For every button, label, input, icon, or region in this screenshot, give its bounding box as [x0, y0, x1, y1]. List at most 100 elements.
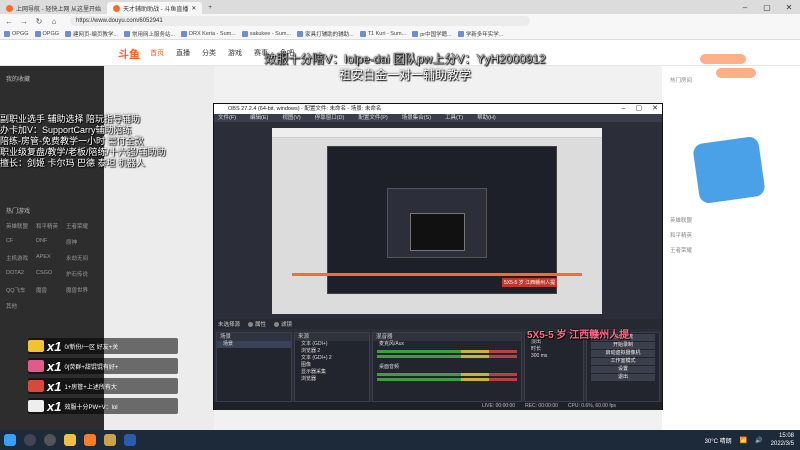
category-item[interactable]: 永劫无间 [66, 254, 96, 262]
browser-app-icon[interactable] [80, 430, 100, 450]
url-field[interactable]: https://www.douyu.com/6052941 [70, 16, 530, 26]
bookmark-item[interactable]: OPGG [4, 30, 29, 37]
sidebar-section-title: 热门游戏 [6, 209, 31, 215]
controls-dock: 停止推流 开始录制 启动虚拟摄像机 工作室模式 设置 退出 [586, 332, 660, 402]
category-item[interactable]: QQ飞车 [6, 286, 36, 294]
forward-icon[interactable]: → [19, 17, 29, 26]
minimize-icon[interactable]: – [734, 0, 756, 14]
start-button[interactable] [0, 430, 20, 450]
new-tab-button[interactable]: + [202, 2, 218, 14]
game-client-icon[interactable] [100, 430, 120, 450]
subscribe-button[interactable] [716, 68, 756, 78]
back-icon[interactable]: ← [4, 17, 14, 26]
rec-timer: REC: 00:00:00 [525, 403, 558, 409]
exit-button[interactable]: 退出 [591, 374, 655, 381]
source-item[interactable]: 浏览器 [295, 376, 369, 383]
browser-tab-nav[interactable]: 上网导航 - 轻快上网 从这里开始 [0, 2, 107, 14]
nav-item[interactable]: 游戏 [228, 48, 242, 58]
filters-button[interactable]: 滤镜 [274, 320, 292, 328]
bookmark-item[interactable]: pr中国学籍... [412, 30, 452, 38]
menu-item[interactable]: 帮助(H) [477, 114, 496, 122]
minimize-icon[interactable]: – [622, 104, 626, 114]
source-item[interactable]: 显示器采集 [295, 369, 369, 376]
category-item[interactable]: DNF [36, 238, 66, 246]
category-item[interactable]: 和平精英 [36, 222, 66, 230]
category-item[interactable]: CSGO [36, 270, 66, 278]
search-icon[interactable] [20, 430, 40, 450]
menu-item[interactable]: 工具(T) [445, 114, 463, 122]
audio-mixer-dock: 混音器 麦克风/Aux 桌面音频 [372, 332, 522, 402]
category-item[interactable]: APEX [36, 254, 66, 262]
network-icon[interactable]: 📶 [740, 437, 747, 444]
bookmark-item[interactable]: 家具打辅助的辅助... [297, 30, 354, 38]
browser-tab-douyu[interactable]: 天才辅助助战 - 斗鱼直播 ✕ [107, 2, 203, 14]
nav-item[interactable]: 分类 [202, 48, 216, 58]
properties-button[interactable]: 属性 [248, 320, 266, 328]
duration-label: 时长 [531, 346, 542, 352]
category-item[interactable]: 魔兽世界 [66, 286, 96, 294]
overlay-line: 办卡加V：SupportCarry辅助陪练 [0, 125, 132, 135]
stream-banner-line1: 效服十分陪V：lolpe-dai 团队pw上分V：YyH2000912 [264, 52, 546, 66]
category-item[interactable]: DOTA2 [6, 270, 36, 278]
right-link[interactable]: 王者荣耀 [670, 246, 692, 254]
obs-status-bar: LIVE: 00:00:00 REC: 00:00:00 CPU: 0.6%, … [214, 402, 662, 410]
bookmark-item[interactable]: 学新多年实学... [457, 30, 503, 38]
maximize-icon[interactable]: ▢ [756, 0, 778, 14]
category-item[interactable]: 英雄联盟 [6, 222, 36, 230]
maximize-icon[interactable]: ▢ [636, 104, 643, 114]
app-icon[interactable] [120, 430, 140, 450]
dock-header: 来源 [295, 333, 369, 341]
sidebar-title[interactable]: 我的收藏 [6, 74, 30, 83]
studio-mode-button[interactable]: 工作室模式 [591, 358, 655, 365]
category-item[interactable]: 炉石传说 [66, 270, 96, 278]
source-item[interactable]: 文本 (GDI+) [295, 341, 369, 348]
obs-app-icon[interactable] [40, 430, 60, 450]
bookmark-item[interactable]: OPGG [34, 30, 59, 37]
category-item[interactable]: 原神 [66, 238, 96, 246]
file-explorer-icon[interactable] [60, 430, 80, 450]
close-window-icon[interactable]: ✕ [778, 0, 800, 14]
source-item[interactable]: 文本 (GDI+) 2 [295, 355, 369, 362]
nav-item[interactable]: 首页 [150, 48, 164, 58]
bookmark-item[interactable]: sakukee - Sum... [241, 30, 291, 37]
category-item[interactable]: 王者荣耀 [66, 222, 96, 230]
reload-icon[interactable]: ↻ [34, 17, 44, 26]
obs-window: OBS 27.2.4 (64-bit, windows) - 配置文件: 未命名… [213, 103, 663, 410]
gift-text: 1+房管+上述所有大 [64, 384, 117, 391]
duration-field[interactable]: 300 ms [525, 353, 583, 360]
virtual-camera-button[interactable]: 启动虚拟摄像机 [591, 350, 655, 357]
source-item[interactable]: 浏览器 2 [295, 348, 369, 355]
menu-item[interactable]: 文件(F) [218, 114, 236, 122]
home-icon[interactable]: ⌂ [49, 17, 59, 26]
settings-button[interactable]: 设置 [591, 366, 655, 373]
bookmark-item[interactable]: T1 Kuri - Sum... [359, 30, 406, 37]
bookmark-item[interactable]: DRX Keria - Sum... [181, 30, 236, 37]
volume-icon[interactable]: 🔊 [755, 437, 762, 444]
category-item[interactable]: 魔兽 [36, 286, 66, 294]
follow-button[interactable] [700, 54, 746, 64]
close-window-icon[interactable]: ✕ [652, 104, 658, 114]
weather-widget[interactable]: 30°C 晴朗 [705, 436, 732, 445]
category-item[interactable]: 主机游戏 [6, 254, 36, 262]
bookmark-item[interactable]: 常用网上服务站... [123, 30, 175, 38]
nav-item[interactable]: 直播 [176, 48, 190, 58]
menu-item[interactable]: 视图(V) [282, 114, 300, 122]
close-tab-icon[interactable]: ✕ [191, 5, 196, 12]
obs-title: OBS 27.2.4 (64-bit, windows) - 配置文件: 未命名… [228, 106, 382, 112]
right-link[interactable]: 和平精英 [670, 231, 692, 239]
category-item[interactable]: 其他 [6, 302, 36, 310]
scene-item[interactable]: 场景 [217, 341, 291, 348]
source-item[interactable]: 图像 [295, 362, 369, 369]
category-item[interactable]: CF [6, 238, 36, 246]
site-logo[interactable]: 斗鱼 [118, 46, 140, 62]
right-link[interactable]: 英雄联盟 [670, 216, 692, 224]
menu-item[interactable]: 场景集合(S) [402, 114, 431, 122]
gift-item: x1 0|荧群+甜馄馄有好+ [28, 358, 178, 374]
menu-item[interactable]: 编辑(E) [250, 114, 268, 122]
menu-item[interactable]: 停靠窗口(D) [315, 114, 345, 122]
start-recording-button[interactable]: 开始录制 [591, 342, 655, 349]
obs-preview[interactable]: 5X5-5 岁 江西赣州人提 [272, 128, 602, 314]
bookmark-item[interactable]: 建网页-编页教学... [65, 30, 118, 38]
clock[interactable]: 15:08 2022/3/5 [771, 432, 794, 448]
menu-item[interactable]: 配置文件(P) [358, 114, 387, 122]
